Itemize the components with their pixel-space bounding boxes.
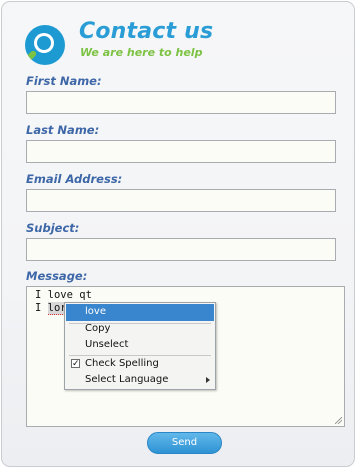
menu-item-label: Unselect bbox=[85, 339, 129, 350]
email-field[interactable] bbox=[26, 189, 336, 212]
subject-field[interactable] bbox=[26, 238, 336, 261]
menu-item-label: love bbox=[85, 306, 106, 317]
subject-label: Subject: bbox=[26, 221, 80, 235]
email-label: Email Address: bbox=[26, 172, 123, 186]
send-button[interactable]: Send bbox=[147, 432, 222, 454]
first-name-label: First Name: bbox=[26, 74, 102, 88]
page-title: Contact us bbox=[79, 19, 214, 44]
contact-card: Contact us We are here to help First Nam… bbox=[1, 1, 355, 467]
menu-item-label: Select Language bbox=[85, 374, 169, 385]
menu-item-check-spelling[interactable]: ✓ Check Spelling bbox=[66, 356, 214, 373]
menu-item-unselect[interactable]: Unselect bbox=[66, 337, 214, 354]
page-tagline: We are here to help bbox=[80, 46, 203, 59]
menu-item-label: Copy bbox=[85, 323, 111, 334]
submenu-arrow-icon bbox=[206, 377, 210, 383]
menu-item-suggestion[interactable]: love bbox=[66, 304, 214, 321]
checkbox-icon[interactable]: ✓ bbox=[71, 359, 80, 369]
menu-item-select-language[interactable]: Select Language bbox=[66, 372, 214, 389]
menu-item-copy[interactable]: Copy bbox=[66, 321, 214, 338]
resize-grip-icon[interactable] bbox=[335, 417, 342, 424]
message-label: Message: bbox=[26, 269, 88, 283]
last-name-label: Last Name: bbox=[26, 123, 100, 137]
last-name-field[interactable] bbox=[26, 140, 336, 163]
spellcheck-context-menu: love Copy Unselect ✓ Check Spelling Sele… bbox=[64, 302, 216, 390]
message-line: I love qt bbox=[35, 289, 92, 301]
magnifier-icon bbox=[25, 25, 65, 65]
menu-item-label: Check Spelling bbox=[85, 358, 159, 369]
first-name-field[interactable] bbox=[26, 91, 336, 114]
